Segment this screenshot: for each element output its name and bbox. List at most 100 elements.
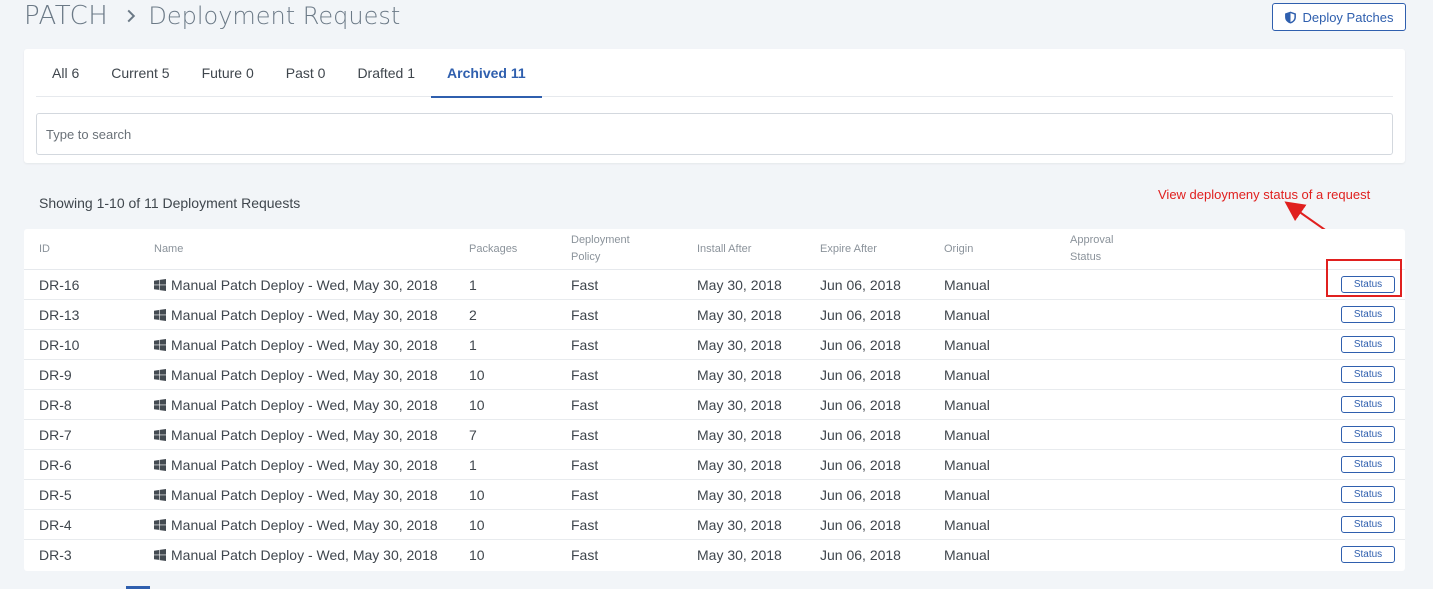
cell-packages: 1 [469, 457, 477, 473]
table-row[interactable]: DR-3 Manual Patch Deploy - Wed, May 30, 2… [24, 540, 1405, 570]
cell-name[interactable]: Manual Patch Deploy - Wed, May 30, 2018 [154, 300, 461, 330]
tab-past[interactable]: Past 0 [270, 49, 342, 97]
tab-current[interactable]: Current 5 [95, 49, 185, 97]
col-deployment-policy[interactable]: Deployment Policy [571, 232, 630, 266]
windows-icon [154, 489, 166, 501]
cell-expire-after: Jun 06, 2018 [820, 487, 901, 503]
search-input[interactable] [36, 113, 1393, 155]
cell-id: DR-5 [39, 487, 72, 503]
annotation-text: View deploymeny status of a request [1158, 187, 1371, 202]
cell-name-text: Manual Patch Deploy - Wed, May 30, 2018 [171, 397, 438, 413]
cell-name[interactable]: Manual Patch Deploy - Wed, May 30, 2018 [154, 510, 461, 540]
tab-drafted[interactable]: Drafted 1 [341, 49, 431, 97]
table-row[interactable]: DR-13 Manual Patch Deploy - Wed, May 30, … [24, 300, 1405, 330]
cell-packages: 1 [469, 337, 477, 353]
status-button[interactable]: Status [1341, 366, 1395, 383]
cell-policy: Fast [571, 517, 599, 533]
deploy-patches-label: Deploy Patches [1302, 9, 1394, 25]
tab-bar: All 6 Current 5 Future 0 Past 0 Drafted 1 Arc… [36, 49, 1393, 98]
cell-name-text: Manual Patch Deploy - Wed, May 30, 2018 [171, 427, 438, 443]
cell-name[interactable]: Manual Patch Deploy - Wed, May 30, 2018 [154, 390, 461, 420]
cell-origin: Manual [944, 427, 990, 443]
deploy-patches-button[interactable]: Deploy Patches [1272, 3, 1406, 31]
cell-id: DR-8 [39, 397, 72, 413]
cell-install-after: May 30, 2018 [697, 337, 782, 353]
table-row[interactable]: DR-7 Manual Patch Deploy - Wed, May 30, 2… [24, 420, 1405, 450]
cell-policy: Fast [571, 487, 599, 503]
status-button[interactable]: Status [1341, 456, 1395, 473]
col-origin[interactable]: Origin [944, 241, 973, 258]
col-install-after[interactable]: Install After [697, 241, 751, 258]
cell-install-after: May 30, 2018 [697, 517, 782, 533]
cell-id: DR-9 [39, 367, 72, 383]
cell-policy: Fast [571, 337, 599, 353]
cell-origin: Manual [944, 367, 990, 383]
table-row[interactable]: DR-9 Manual Patch Deploy - Wed, May 30, 2… [24, 360, 1405, 390]
status-button[interactable]: Status [1341, 546, 1395, 563]
status-button[interactable]: Status [1341, 396, 1395, 413]
cell-name-text: Manual Patch Deploy - Wed, May 30, 2018 [171, 307, 438, 323]
tab-all[interactable]: All 6 [36, 49, 95, 97]
deployment-table: ID Name Packages Deployment Policy Insta… [24, 229, 1405, 571]
cell-origin: Manual [944, 517, 990, 533]
windows-icon [154, 309, 166, 321]
cell-name-text: Manual Patch Deploy - Wed, May 30, 2018 [171, 517, 438, 533]
cell-name[interactable]: Manual Patch Deploy - Wed, May 30, 2018 [154, 270, 461, 300]
col-approval-status-line1: Approval [1070, 234, 1114, 246]
col-id[interactable]: ID [39, 241, 50, 258]
cell-id: DR-16 [39, 277, 80, 293]
cell-name[interactable]: Manual Patch Deploy - Wed, May 30, 2018 [154, 480, 461, 510]
cell-name[interactable]: Manual Patch Deploy - Wed, May 30, 2018 [154, 540, 461, 570]
cell-origin: Manual [944, 337, 990, 353]
cell-origin: Manual [944, 307, 990, 323]
page-title: Deployment Request [148, 2, 401, 30]
cell-name-text: Manual Patch Deploy - Wed, May 30, 2018 [171, 277, 438, 293]
status-button[interactable]: Status [1341, 306, 1395, 323]
table-row[interactable]: DR-16 Manual Patch Deploy - Wed, May 30, … [24, 270, 1405, 300]
cell-policy: Fast [571, 457, 599, 473]
cell-expire-after: Jun 06, 2018 [820, 457, 901, 473]
tab-future[interactable]: Future 0 [186, 49, 270, 97]
table-row[interactable]: DR-10 Manual Patch Deploy - Wed, May 30, … [24, 330, 1405, 360]
tab-archived[interactable]: Archived 11 [431, 49, 542, 98]
table-row[interactable]: DR-4 Manual Patch Deploy - Wed, May 30, 2… [24, 510, 1405, 540]
cell-id: DR-4 [39, 517, 72, 533]
page: PATCH Deployment Request Deploy Patches … [0, 0, 1433, 589]
cell-expire-after: Jun 06, 2018 [820, 547, 901, 563]
cell-name-text: Manual Patch Deploy - Wed, May 30, 2018 [171, 367, 438, 383]
cell-packages: 7 [469, 427, 477, 443]
cell-name-text: Manual Patch Deploy - Wed, May 30, 2018 [171, 487, 438, 503]
col-packages[interactable]: Packages [469, 241, 517, 258]
col-approval-status[interactable]: Approval Status [1070, 232, 1113, 266]
cell-name[interactable]: Manual Patch Deploy - Wed, May 30, 2018 [154, 450, 461, 480]
cell-name[interactable]: Manual Patch Deploy - Wed, May 30, 2018 [154, 420, 461, 450]
cell-name[interactable]: Manual Patch Deploy - Wed, May 30, 2018 [154, 330, 461, 360]
cell-packages: 10 [469, 517, 485, 533]
status-button[interactable]: Status [1341, 276, 1395, 293]
cell-policy: Fast [571, 307, 599, 323]
status-button[interactable]: Status [1341, 426, 1395, 443]
col-name[interactable]: Name [154, 241, 183, 258]
col-expire-after[interactable]: Expire After [820, 241, 877, 258]
cell-packages: 10 [469, 397, 485, 413]
cell-name-text: Manual Patch Deploy - Wed, May 30, 2018 [171, 337, 438, 353]
status-button[interactable]: Status [1341, 486, 1395, 503]
cell-id: DR-13 [39, 307, 80, 323]
table-row[interactable]: DR-5 Manual Patch Deploy - Wed, May 30, 2… [24, 480, 1405, 510]
cell-name[interactable]: Manual Patch Deploy - Wed, May 30, 2018 [154, 360, 461, 390]
cell-expire-after: Jun 06, 2018 [820, 427, 901, 443]
cell-name-text: Manual Patch Deploy - Wed, May 30, 2018 [171, 457, 438, 473]
status-button[interactable]: Status [1341, 516, 1395, 533]
cell-expire-after: Jun 06, 2018 [820, 517, 901, 533]
table-header: ID Name Packages Deployment Policy Insta… [24, 229, 1405, 270]
app-brand[interactable]: PATCH [24, 1, 108, 31]
table-row[interactable]: DR-8 Manual Patch Deploy - Wed, May 30, 2… [24, 390, 1405, 420]
cell-expire-after: Jun 06, 2018 [820, 277, 901, 293]
cell-expire-after: Jun 06, 2018 [820, 367, 901, 383]
col-deployment-policy-line2: Policy [571, 251, 601, 263]
cell-install-after: May 30, 2018 [697, 427, 782, 443]
windows-icon [154, 549, 166, 561]
table-row[interactable]: DR-6 Manual Patch Deploy - Wed, May 30, 2… [24, 450, 1405, 480]
status-button[interactable]: Status [1341, 336, 1395, 353]
cell-expire-after: Jun 06, 2018 [820, 337, 901, 353]
